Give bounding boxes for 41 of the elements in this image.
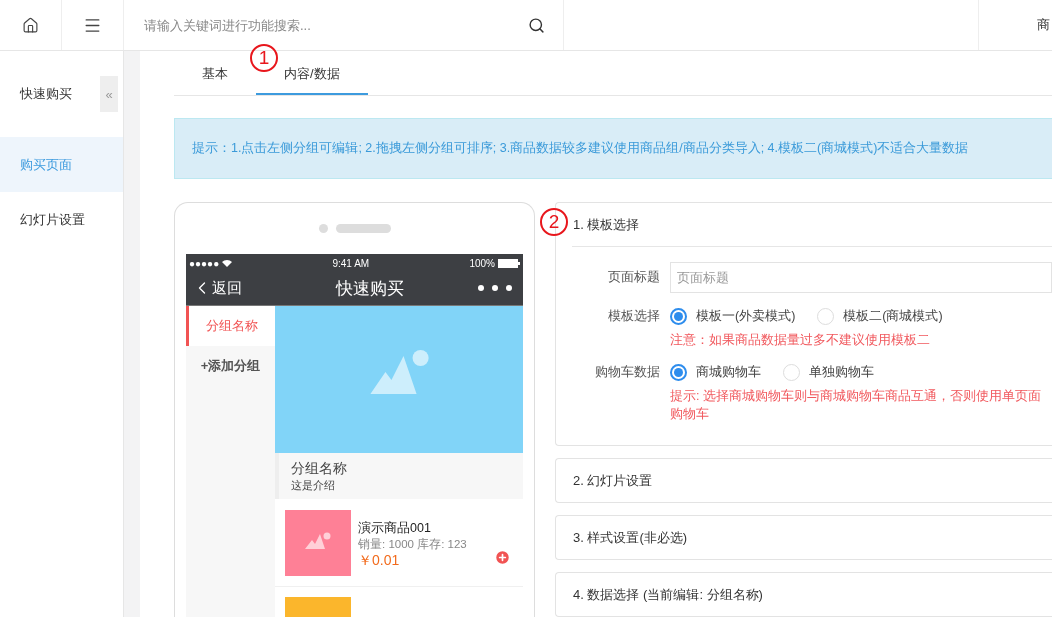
field-note: 提示: 选择商城购物车则与商城购物车商品互通，否则使用单页面购物车 [670,388,1042,423]
user-name[interactable]: 商 [1037,16,1050,34]
page-title-field[interactable]: 页面标题 [670,262,1052,293]
signal-text: ●●●●● [189,257,220,269]
camera-dot [318,224,328,234]
battery-text: 100% [469,257,495,269]
sidebar-title: 快速购买 [20,85,72,103]
add-group-link[interactable]: +添加分组 [186,346,275,386]
field-label: 购物车数据 [594,364,660,381]
home-icon [22,16,39,34]
product-stats: 销量: 1000 库存: 123 [358,537,467,552]
group-name: 分组名称 [291,460,348,478]
radio-option[interactable]: 商城购物车 [670,363,761,381]
annotation-marker: 1 [250,44,278,72]
section-header[interactable]: 4. 数据选择 (当前编辑: 分组名称) [556,573,1052,616]
field-note: 注意：如果商品数据量过多不建议使用模板二 [670,332,931,349]
product-name: 演示商品001 [358,520,432,537]
radio-option[interactable]: 模板一(外卖模式) [670,307,796,325]
status-time: 9:41 AM [332,257,370,269]
tab[interactable]: 内容/数据 [256,65,368,95]
group-intro: 这是介绍 [291,478,336,493]
wifi-icon [222,259,233,268]
search-icon[interactable] [528,16,545,34]
battery-icon [498,258,520,268]
section-header[interactable]: 3. 样式设置(非必选) [556,516,1052,559]
plus-icon [494,549,511,566]
back-link[interactable]: 返回 [192,278,242,299]
sidebar-item[interactable]: 幻灯片设置 [0,192,123,247]
product-price: ￥0.01 [358,552,401,570]
add-to-cart-button[interactable] [494,549,511,566]
field-label: 模板选择 [607,308,660,325]
annotation-marker: 2 [540,208,568,236]
field-label: 页面标题 [607,269,660,286]
group-item[interactable]: 分组名称 [186,306,275,346]
radio-option[interactable]: 模板二(商城模式) [817,307,943,325]
radio-option[interactable]: 单独购物车 [783,363,874,381]
notice-banner: 提示：1.点击左侧分组可编辑; 2.拖拽左侧分组可排序; 3.商品数据较多建议使用商品组/商品分类导入; 4.模板二(商城模式)不适合大量数据 [174,118,1052,179]
section-header[interactable]: 2. 幻灯片设置 [556,459,1052,502]
more-icon[interactable] [477,284,513,293]
phone-title: 快速购买 [335,277,404,300]
speaker-slot [335,224,391,234]
